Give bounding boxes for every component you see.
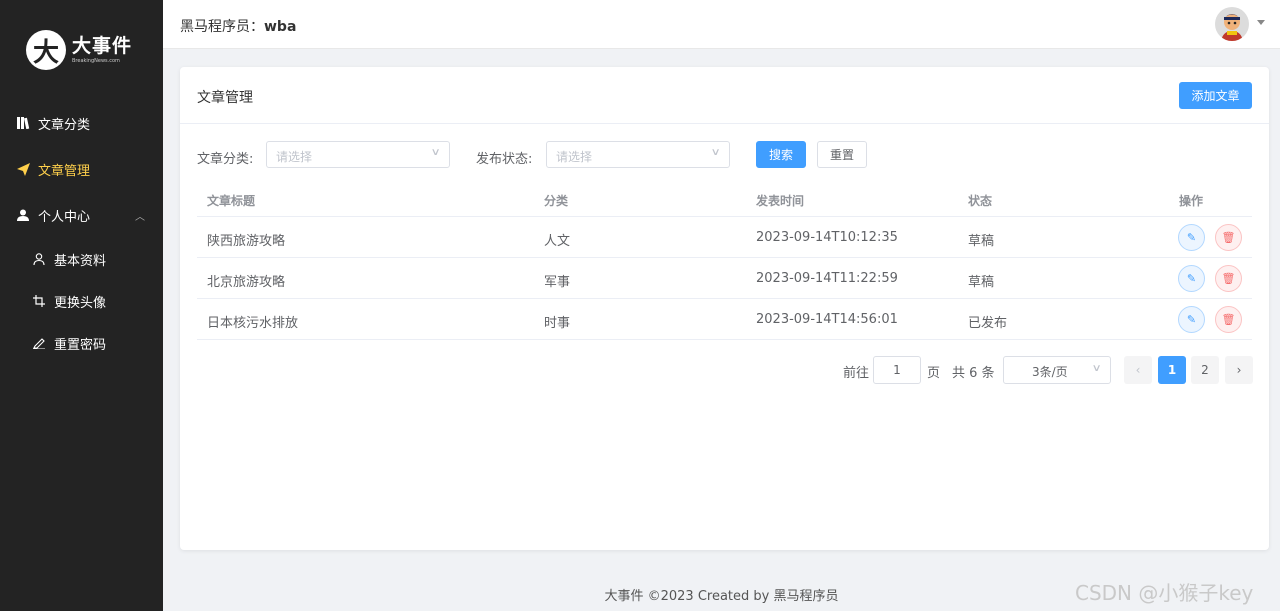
- page-title: 文章管理: [197, 90, 253, 106]
- page-size-select[interactable]: 3条/页 ∨: [1003, 356, 1111, 384]
- top-header: 黑马程序员：wba: [163, 0, 1280, 49]
- sidebar-item-personal-center[interactable]: 个人中心 ︿: [0, 192, 163, 238]
- page-2-button[interactable]: 2: [1191, 356, 1219, 384]
- search-button[interactable]: 搜索: [756, 141, 806, 168]
- crop-icon: [32, 294, 46, 308]
- category-label: 文章分类:: [197, 152, 254, 167]
- header-user: 黑马程序员：wba: [180, 16, 296, 36]
- next-page-button[interactable]: ›: [1225, 356, 1253, 384]
- delete-button[interactable]: 🗑: [1215, 265, 1242, 292]
- cell-time: 2023-09-14T11:22:59: [756, 271, 898, 286]
- book-icon: [16, 116, 30, 130]
- edit-button[interactable]: ✎: [1178, 306, 1205, 333]
- article-table: 文章标题 分类 发表时间 状态 操作 陕西旅游攻略 人文 2023-09-14T…: [197, 181, 1252, 340]
- chevron-down-icon: ∨: [710, 147, 721, 158]
- logo-title: 大事件: [72, 35, 133, 57]
- delete-button[interactable]: 🗑: [1215, 306, 1242, 333]
- sidebar-item-label: 文章分类: [38, 117, 91, 133]
- prev-page-button[interactable]: ‹: [1124, 356, 1152, 384]
- edit-button[interactable]: ✎: [1178, 224, 1205, 251]
- table-header-row: 文章标题 分类 发表时间 状态 操作: [197, 181, 1252, 217]
- column-header-time: 发表时间: [756, 194, 805, 208]
- table-row: 日本核污水排放 时事 2023-09-14T14:56:01 已发布 ✎ 🗑: [197, 299, 1252, 340]
- sidebar-item-article-manage[interactable]: 文章管理: [0, 146, 163, 192]
- table-row: 北京旅游攻略 军事 2023-09-14T11:22:59 草稿 ✎ 🗑: [197, 258, 1252, 299]
- header-user-prefix: 黑马程序员：: [180, 19, 264, 35]
- user-icon: [16, 208, 30, 222]
- state-select[interactable]: 请选择 ∨: [546, 141, 730, 168]
- delete-button[interactable]: 🗑: [1215, 224, 1242, 251]
- sidebar-menu: 文章分类 文章管理 个人中心 ︿ 基本资料 更换头像 重置密码: [0, 100, 163, 364]
- category-placeholder: 请选择: [276, 150, 313, 164]
- sidebar-item-article-category[interactable]: 文章分类: [0, 100, 163, 146]
- sidebar-item-label: 文章管理: [38, 163, 91, 179]
- watermark: CSDN @小猴子key: [1075, 581, 1254, 605]
- reset-button[interactable]: 重置: [817, 141, 867, 168]
- sidebar-item-avatar[interactable]: 更换头像: [0, 280, 163, 322]
- sidebar-item-label: 重置密码: [54, 337, 107, 353]
- sidebar-item-password[interactable]: 重置密码: [0, 322, 163, 364]
- send-icon: [16, 162, 30, 176]
- cell-title: 陕西旅游攻略: [207, 234, 286, 249]
- pagination: 前往 1 页 共 6 条 3条/页 ∨ ‹ 1 2 ›: [180, 356, 1269, 384]
- add-article-button[interactable]: 添加文章: [1179, 82, 1252, 109]
- caret-down-icon[interactable]: [1257, 20, 1265, 25]
- column-header-category: 分类: [544, 194, 569, 208]
- sidebar-item-label: 个人中心: [38, 209, 91, 225]
- sidebar-item-label: 基本资料: [54, 253, 107, 269]
- logo: 大 大事件 BreakingNews.com: [26, 26, 136, 74]
- card-header: 文章管理 添加文章: [180, 67, 1269, 124]
- filter-form: 文章分类: 请选择 ∨ 发布状态: 请选择 ∨ 搜索 重置: [180, 141, 1269, 169]
- sidebar-item-profile[interactable]: 基本资料: [0, 238, 163, 280]
- page-1-button[interactable]: 1: [1158, 356, 1186, 384]
- logo-mark-icon: 大: [26, 30, 66, 70]
- cell-time: 2023-09-14T14:56:01: [756, 312, 898, 327]
- trash-icon: 🗑: [1221, 313, 1236, 326]
- cell-state: 草稿: [968, 234, 995, 249]
- cell-state: 已发布: [968, 316, 1008, 331]
- cell-category: 时事: [544, 316, 571, 331]
- table-row: 陕西旅游攻略 人文 2023-09-14T10:12:35 草稿 ✎ 🗑: [197, 217, 1252, 258]
- chevron-up-icon: ︿: [135, 211, 145, 223]
- header-user-name: wba: [264, 19, 297, 35]
- state-label: 发布状态:: [476, 152, 533, 167]
- trash-icon: 🗑: [1221, 231, 1236, 244]
- logo-subtitle: BreakingNews.com: [72, 58, 120, 64]
- sidebar-item-label: 更换头像: [54, 295, 107, 311]
- chevron-down-icon: ∨: [1091, 363, 1102, 374]
- sidebar: 大 大事件 BreakingNews.com 文章分类 文章管理 个人中心 ︿: [0, 0, 163, 611]
- edit-icon: ✎: [1186, 231, 1197, 244]
- cell-title: 北京旅游攻略: [207, 275, 286, 290]
- cell-state: 草稿: [968, 275, 995, 290]
- goto-label: 前往: [843, 366, 870, 381]
- cell-time: 2023-09-14T10:12:35: [756, 230, 898, 245]
- avatar[interactable]: [1215, 7, 1249, 41]
- user-outline-icon: [32, 252, 46, 266]
- chevron-down-icon: ∨: [430, 147, 441, 158]
- trash-icon: 🗑: [1221, 272, 1236, 285]
- column-header-state: 状态: [968, 194, 993, 208]
- page-jump-input[interactable]: 1: [873, 356, 921, 384]
- cell-category: 军事: [544, 275, 571, 290]
- column-header-actions: 操作: [1179, 194, 1204, 208]
- edit-pen-icon: [32, 336, 46, 350]
- article-card: 文章管理 添加文章 文章分类: 请选择 ∨ 发布状态: 请选择 ∨ 搜索 重置 …: [180, 67, 1269, 550]
- cell-title: 日本核污水排放: [207, 316, 299, 331]
- edit-icon: ✎: [1186, 272, 1197, 285]
- page-size-value: 3条/页: [1032, 365, 1068, 379]
- cell-category: 人文: [544, 234, 571, 249]
- edit-button[interactable]: ✎: [1178, 265, 1205, 292]
- page-unit-label: 页: [927, 366, 941, 381]
- category-select[interactable]: 请选择 ∨: [266, 141, 450, 168]
- edit-icon: ✎: [1186, 313, 1197, 326]
- column-header-title: 文章标题: [207, 194, 256, 208]
- total-count: 共 6 条: [952, 366, 995, 381]
- state-placeholder: 请选择: [556, 150, 593, 164]
